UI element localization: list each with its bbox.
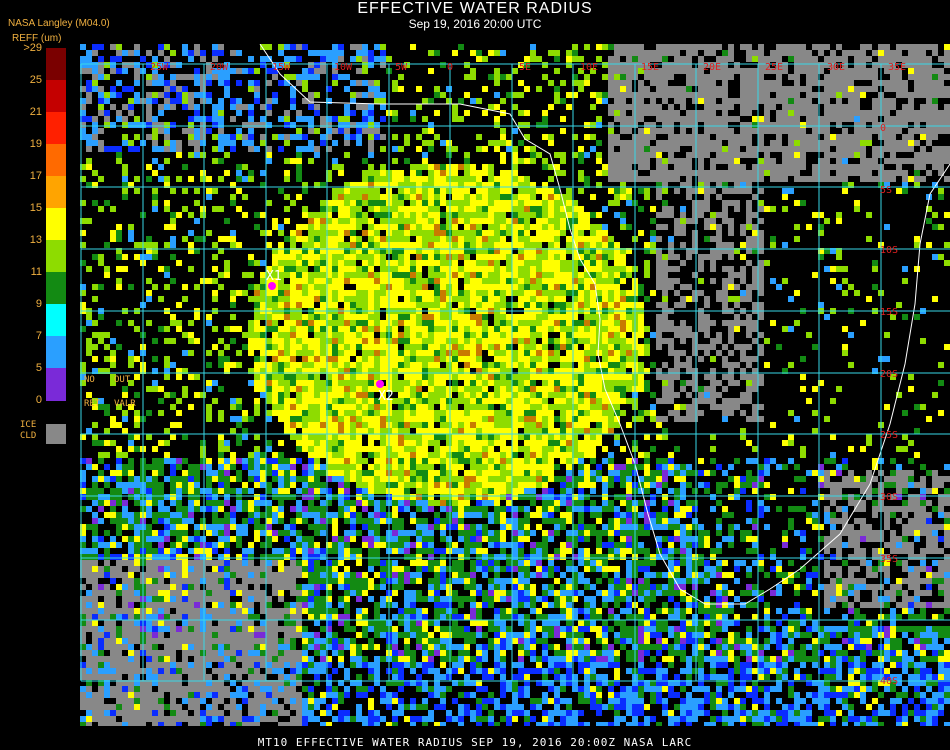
legend-tick-label: 25 (29, 74, 42, 86)
longitude-label: 15E (641, 62, 659, 73)
longitude-label: 0 (447, 62, 453, 73)
cld-label: CLD (20, 431, 37, 441)
color-legend (46, 48, 66, 401)
marker-dot (376, 380, 384, 388)
latitude-label: 40S (880, 676, 898, 687)
legend-tick-label: 9 (35, 298, 42, 310)
legend-swatch (46, 336, 66, 369)
legend-tick-label: 5 (35, 362, 42, 374)
longitude-label: 20W (210, 62, 229, 73)
latitude-label: 15S (880, 307, 898, 318)
longitude-label: 15W (272, 62, 291, 73)
legend-tick-label: 13 (29, 234, 42, 246)
footer-caption: MT10 EFFECTIVE WATER RADIUS SEP 19, 2016… (257, 736, 693, 749)
legend-swatch (46, 176, 66, 209)
legend-tick-label: 7 (35, 330, 42, 342)
legend-swatch (46, 80, 66, 113)
latitude-label: 25S (880, 430, 898, 441)
ret-label: RET (84, 399, 101, 409)
legend-tick-label: 0 (35, 394, 42, 406)
legend-swatch (46, 240, 66, 273)
legend-swatch (46, 208, 66, 241)
marker-label: X1 (266, 269, 282, 284)
legend-swatch (46, 304, 66, 337)
latitude-label: 30S (880, 492, 898, 503)
legend-tick-label: 11 (30, 266, 42, 278)
longitude-label: 10E (580, 62, 598, 73)
longitude-label: 30E (827, 62, 845, 73)
longitude-label: 5W (395, 62, 408, 73)
timestamp: Sep 19, 2016 20:00 UTC (408, 17, 542, 31)
page-title: EFFECTIVE WATER RADIUS (357, 0, 593, 17)
latitude-label: 0 (880, 123, 886, 134)
legend-swatch (46, 112, 66, 145)
marker-label: X2 (378, 389, 394, 404)
satellite-map: 25W 20W 15W 10W 5W 0 5E 10E 15E 20E 25E 30E 35E 0 5S 10… (80, 43, 950, 728)
no-label: NO (84, 375, 95, 385)
longitude-label: 35E (888, 62, 906, 73)
ice-label: ICE (20, 420, 37, 430)
legend-tick-label: 21 (29, 106, 42, 118)
valr-label: VALR (114, 399, 136, 409)
longitude-label: 5E (519, 62, 531, 73)
latitude-label: 10S (880, 245, 898, 256)
legend-swatch (46, 272, 66, 305)
legend-tick-label: 15 (29, 202, 42, 214)
map-canvas: 25W 20W 15W 10W 5W 0 5E 10E 15E 20E 25E 30E 35E 0 5S 10… (80, 43, 950, 728)
legend-tick-label: 19 (29, 138, 42, 150)
legend-tick-label: >29 (23, 42, 42, 54)
latitude-label: 5S (880, 185, 892, 196)
longitude-label: 20E (703, 62, 721, 73)
out-label: OUT (114, 375, 131, 385)
longitude-label: 25W (150, 62, 169, 73)
ice-cloud-swatch (46, 424, 66, 444)
longitude-label: 10W (334, 62, 353, 73)
latitude-label: 20S (880, 369, 898, 380)
legend-swatch (46, 48, 66, 81)
latitude-label: 35S (880, 554, 898, 565)
legend-swatch (46, 144, 66, 177)
legend-tick-label: 17 (29, 170, 42, 182)
credit-label: NASA Langley (M04.0) (8, 18, 110, 29)
legend-swatch (46, 368, 66, 401)
longitude-label: 25E (765, 62, 783, 73)
